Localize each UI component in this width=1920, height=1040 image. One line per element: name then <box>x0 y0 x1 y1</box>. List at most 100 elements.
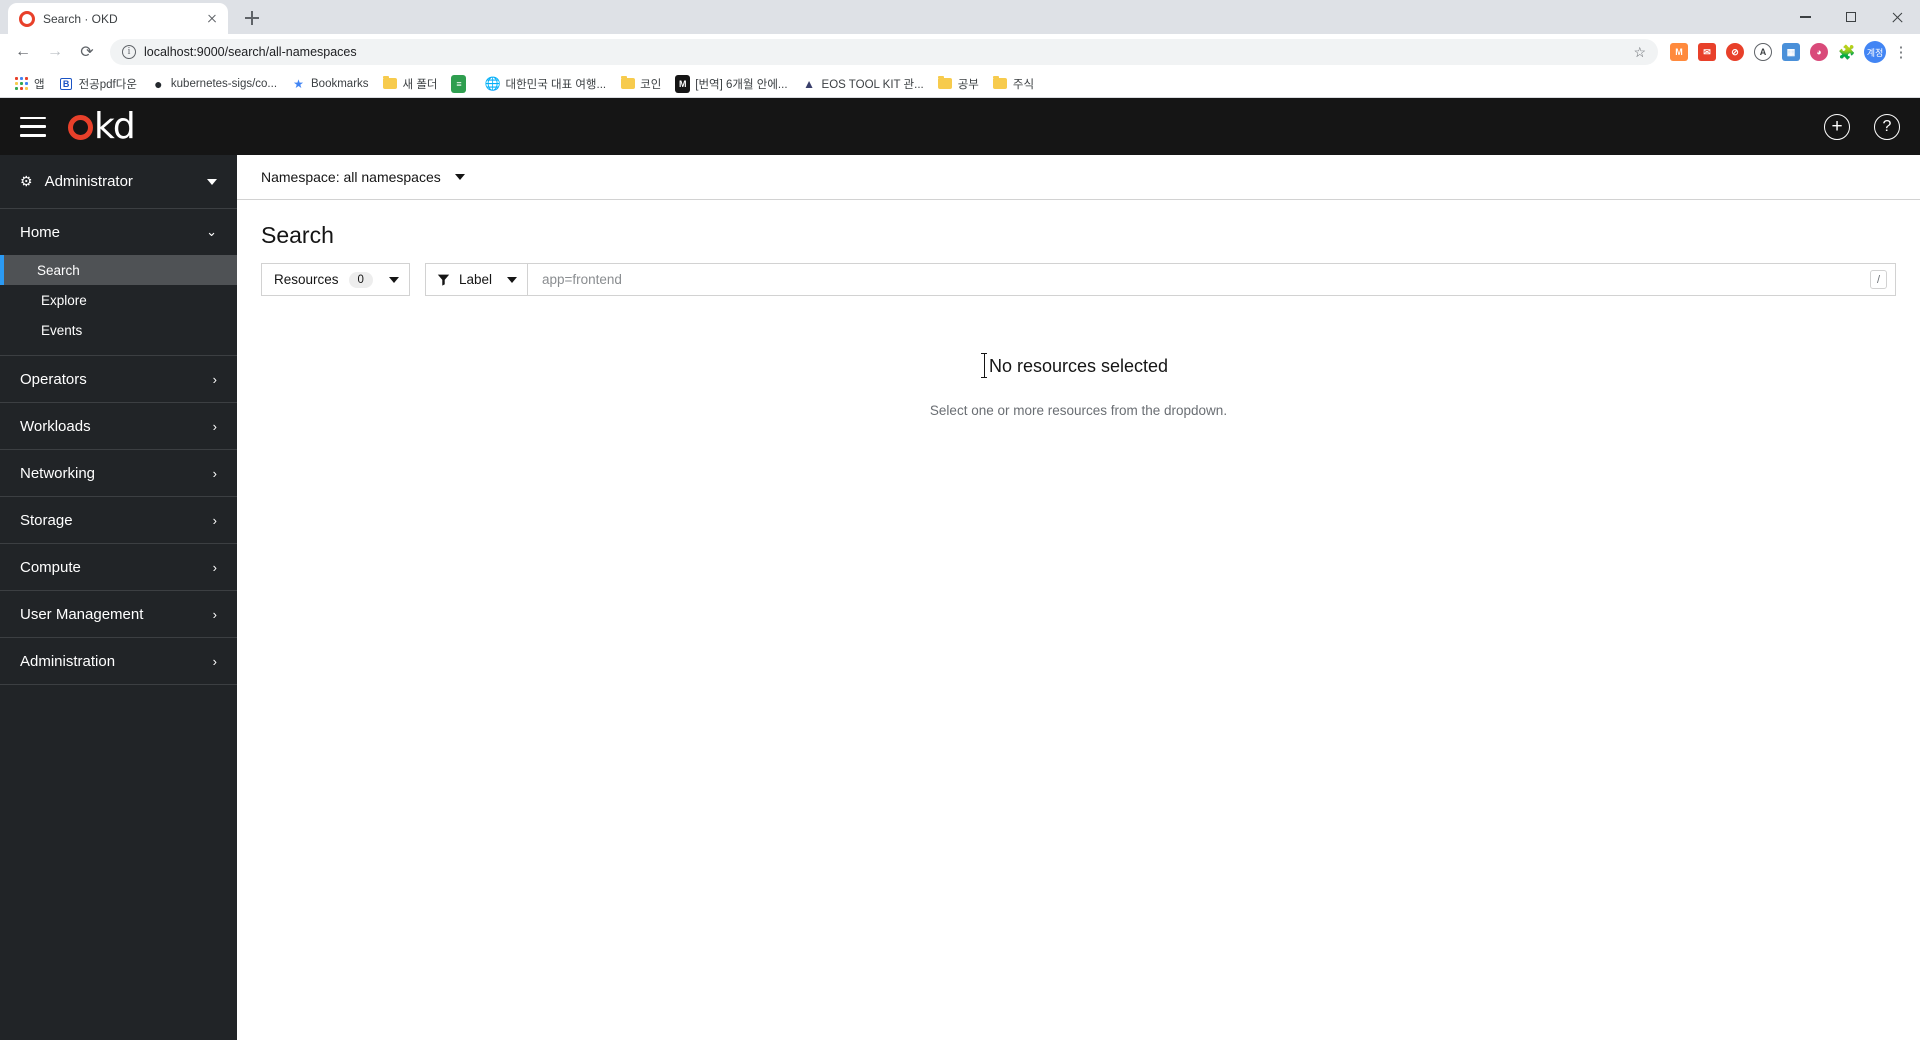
profile-avatar[interactable]: 계정 <box>1862 39 1888 65</box>
nav-section-networking: Networking › <box>0 450 237 497</box>
label-search-field[interactable]: / <box>526 263 1896 296</box>
bookmark-label: 대한민국 대표 여행... <box>505 78 607 91</box>
globe-icon: 🌐 <box>484 75 502 91</box>
plus-circle-icon[interactable]: + <box>1824 113 1850 140</box>
bookmark-item[interactable]: ● kubernetes-sigs/co... <box>145 73 283 94</box>
address-bar[interactable]: i localhost:9000/search/all-namespaces ☆ <box>110 39 1658 65</box>
chevron-right-icon: › <box>212 559 217 575</box>
info-icon[interactable]: i <box>122 45 136 59</box>
folder-icon <box>620 76 635 91</box>
masthead-actions: + ? <box>1824 113 1900 140</box>
bookmark-item[interactable]: 주식 <box>987 73 1040 95</box>
bookmark-item[interactable]: 새 폴더 <box>377 73 444 95</box>
forward-button[interactable]: → <box>40 37 70 67</box>
sidebar-item-search[interactable]: Search <box>0 255 237 285</box>
back-button[interactable]: ← <box>8 37 38 67</box>
nav-section-user-management: User Management › <box>0 591 237 638</box>
label-filter-dropdown[interactable]: Label <box>424 263 527 296</box>
resources-dropdown[interactable]: Resources 0 <box>261 263 410 296</box>
sidebar-item-operators[interactable]: Operators › <box>0 356 237 402</box>
new-tab-button[interactable] <box>238 4 266 32</box>
bookmark-label: kubernetes-sigs/co... <box>170 77 278 90</box>
puzzle-icon[interactable]: 🧩 <box>1834 39 1860 65</box>
sidebar-item-label: Events <box>41 322 83 338</box>
perspective-label: Administrator <box>44 173 133 190</box>
sidebar-item-workloads[interactable]: Workloads › <box>0 403 237 449</box>
nav-section-compute: Compute › <box>0 544 237 591</box>
nav-section-label: Operators <box>20 370 87 388</box>
sidebar-item-storage[interactable]: Storage › <box>0 497 237 543</box>
close-icon[interactable] <box>1874 0 1920 34</box>
bookmark-label: 공부 <box>957 78 979 91</box>
sidebar-item-user-management[interactable]: User Management › <box>0 591 237 637</box>
minimize-icon[interactable] <box>1782 0 1828 34</box>
chevron-right-icon: › <box>212 512 217 528</box>
star-icon: ★ <box>293 76 304 91</box>
bookmark-item[interactable]: B 전공pdf다운 <box>53 73 143 95</box>
browser-toolbar: ← → ⟳ i localhost:9000/search/all-namesp… <box>0 34 1920 70</box>
extension-m-icon[interactable]: M <box>1666 39 1692 65</box>
folder-icon <box>938 76 953 91</box>
bookmark-item[interactable]: 공부 <box>932 73 985 95</box>
grammarly-icon[interactable]: A <box>1750 39 1776 65</box>
namespace-dropdown[interactable]: Namespace: all namespaces <box>261 169 465 185</box>
sidebar-item-label: Explore <box>41 292 87 308</box>
resources-label: Resources <box>274 272 339 287</box>
medium-m-icon: M <box>675 74 691 93</box>
bookmark-label: [번역] 6개월 안에... <box>695 78 788 91</box>
nav-section-label: Administration <box>20 652 116 670</box>
sidebar-item-administration[interactable]: Administration › <box>0 638 237 684</box>
close-icon[interactable] <box>204 11 220 27</box>
tab-title: Search · OKD <box>43 11 118 26</box>
browser-menu-button[interactable]: ⋮ <box>1890 43 1912 61</box>
caret-down-icon <box>454 174 465 180</box>
console-body: ⚙ Administrator Home ⌄ Search Explore Ev… <box>0 155 1920 1040</box>
bookmark-item[interactable]: ▲ EOS TOOL KIT 관... <box>796 73 930 95</box>
label-search-input[interactable] <box>539 271 1883 288</box>
okd-logo[interactable]: kd <box>68 105 136 147</box>
empty-state: No resources selected Select one or more… <box>237 296 1920 1040</box>
bookmark-label: 새 폴더 <box>402 78 438 91</box>
maximize-icon[interactable] <box>1828 0 1874 34</box>
help-circle-icon[interactable]: ? <box>1874 113 1900 140</box>
bookmark-item[interactable]: ★ Bookmarks <box>285 73 375 94</box>
adblock-icon[interactable]: ⊘ <box>1722 39 1748 65</box>
sidebar-item-events[interactable]: Events <box>0 315 237 345</box>
nav-section-label: Storage <box>20 511 73 529</box>
bookmark-item[interactable]: 🌐 대한민국 대표 여행... <box>479 73 612 95</box>
bookmark-item[interactable]: ≡ <box>445 73 477 94</box>
masthead: kd + ? <box>0 98 1920 155</box>
nav-section-label: Workloads <box>20 417 91 435</box>
sidebar-item-networking[interactable]: Networking › <box>0 450 237 496</box>
reload-button[interactable]: ⟳ <box>72 37 102 67</box>
perspective-switcher[interactable]: ⚙ Administrator <box>0 155 237 209</box>
apps-grid-icon <box>14 76 29 91</box>
app-icon[interactable]: ▦ <box>1778 39 1804 65</box>
bookmark-star-icon[interactable]: ☆ <box>1633 44 1646 61</box>
hamburger-icon[interactable] <box>20 116 46 137</box>
url-text: localhost:9000/search/all-namespaces <box>144 45 357 59</box>
chevron-right-icon: › <box>212 606 217 622</box>
slash-shortcut-hint: / <box>1870 270 1887 289</box>
sidebar-item-explore[interactable]: Explore <box>0 285 237 315</box>
okd-logo-o-icon <box>68 114 93 140</box>
nav-section-label: User Management <box>20 605 144 623</box>
sidebar-item-compute[interactable]: Compute › <box>0 544 237 590</box>
nav-section-header-home[interactable]: Home ⌄ <box>0 209 237 255</box>
bookmark-item[interactable]: 코인 <box>614 73 667 95</box>
bookmark-label: 주식 <box>1012 78 1035 91</box>
caret-down-icon <box>506 276 517 283</box>
mail-icon[interactable]: ✉ <box>1694 39 1720 65</box>
chevron-right-icon: › <box>212 418 217 434</box>
bookmark-label: EOS TOOL KIT 관... <box>821 78 924 91</box>
browser-tab[interactable]: Search · OKD <box>8 3 228 34</box>
bookmark-item[interactable]: M [번역] 6개월 안에... <box>669 73 793 95</box>
tab-strip: Search · OKD <box>0 0 1920 34</box>
browser-window: Search · OKD ← → ⟳ i localhost:9000/sear… <box>0 0 1920 1040</box>
okd-logo-text: kd <box>94 105 136 147</box>
bookmark-apps[interactable]: 앱 <box>8 73 51 95</box>
color-icon[interactable]: ◕ <box>1806 39 1832 65</box>
nav-section-workloads: Workloads › <box>0 403 237 450</box>
sidebar-item-label: Search <box>37 262 80 278</box>
triangle-icon: ▲ <box>803 76 815 91</box>
